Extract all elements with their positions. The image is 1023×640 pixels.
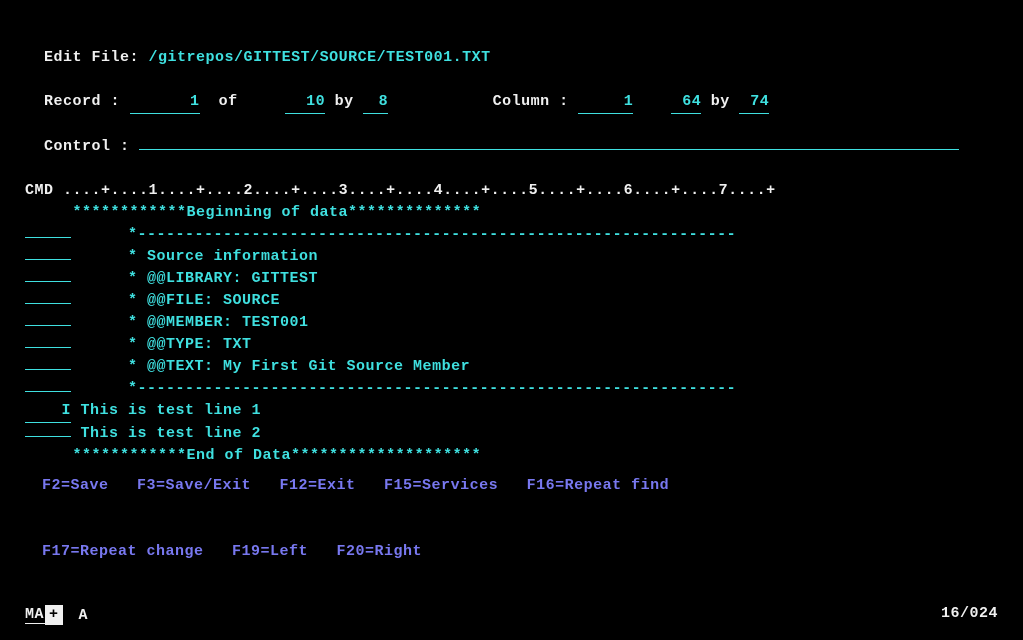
col-by-label: by — [711, 93, 730, 110]
prefix-field[interactable] — [25, 391, 71, 392]
prefix-field[interactable]: I — [25, 400, 71, 423]
header-record-row: Record : 1 of 10 by 8 Column : 1 64 by 7… — [25, 69, 998, 114]
fkey-line1[interactable]: F2=Save F3=Save/Exit F12=Exit F15=Servic… — [42, 475, 669, 497]
column-value[interactable]: 1 — [578, 91, 633, 114]
status-plus: + — [45, 605, 63, 625]
file-path: /gitrepos/GITTEST/SOURCE/TEST001.TXT — [149, 49, 491, 66]
prefix-field[interactable] — [25, 259, 71, 260]
prefix-field[interactable] — [25, 369, 71, 370]
prefix-field[interactable] — [25, 237, 71, 238]
data-row: * @@TEXT: My First Git Source Member — [25, 356, 998, 378]
by-value[interactable]: 8 — [363, 91, 388, 114]
line-text[interactable]: * @@FILE: SOURCE — [128, 292, 280, 309]
fkey-line2[interactable]: F17=Repeat change F19=Left F20=Right — [42, 541, 669, 563]
line-text[interactable]: *---------------------------------------… — [128, 226, 736, 243]
cmd-label: CMD — [25, 182, 54, 199]
by-label: by — [335, 93, 354, 110]
data-row: * @@FILE: SOURCE — [25, 290, 998, 312]
status-bar: MA+ A 16/024 — [25, 605, 998, 625]
control-label: Control : — [44, 138, 130, 155]
status-a: A — [79, 607, 89, 624]
prefix-field[interactable] — [25, 303, 71, 304]
header-control-row: Control : — [25, 114, 998, 158]
line-text[interactable]: This is test line 1 — [81, 402, 262, 419]
cursor-position: 16/024 — [941, 605, 998, 625]
header-title-row: Edit File: /gitrepos/GITTEST/SOURCE/TEST… — [25, 25, 998, 69]
prefix-field[interactable] — [25, 347, 71, 348]
line-text[interactable]: * @@TYPE: TXT — [128, 336, 252, 353]
record-value[interactable]: 1 — [130, 91, 200, 114]
column-from: 64 — [671, 91, 701, 114]
data-row: * @@MEMBER: TEST001 — [25, 312, 998, 334]
line-text[interactable]: * Source information — [128, 248, 318, 265]
beginning-marker-row: ************Beginning of data***********… — [25, 202, 998, 224]
ruler-row: CMD ....+....1....+....2....+....3....+.… — [25, 180, 998, 202]
of-value: 10 — [285, 91, 325, 114]
ruler-text: ....+....1....+....2....+....3....+....4… — [63, 182, 776, 199]
data-row: I This is test line 1 — [25, 400, 998, 423]
of-label: of — [219, 93, 238, 110]
record-label: Record : — [44, 93, 120, 110]
column-to[interactable]: 74 — [739, 91, 769, 114]
function-keys: F2=Save F3=Save/Exit F12=Exit F15=Servic… — [42, 431, 669, 585]
control-input[interactable] — [139, 149, 959, 150]
line-text[interactable]: * @@LIBRARY: GITTEST — [128, 270, 318, 287]
line-text[interactable]: * @@TEXT: My First Git Source Member — [128, 358, 470, 375]
line-text[interactable]: * @@MEMBER: TEST001 — [128, 314, 309, 331]
edit-file-label: Edit File: — [44, 49, 139, 66]
data-row: * @@LIBRARY: GITTEST — [25, 268, 998, 290]
data-row: *---------------------------------------… — [25, 224, 998, 246]
data-row: * @@TYPE: TXT — [25, 334, 998, 356]
beginning-marker: ************Beginning of data***********… — [73, 204, 482, 221]
prefix-field[interactable] — [25, 281, 71, 282]
line-text[interactable]: *---------------------------------------… — [128, 380, 736, 397]
status-ma: MA — [25, 606, 45, 624]
data-row: * Source information — [25, 246, 998, 268]
data-row: *---------------------------------------… — [25, 378, 998, 400]
column-label: Column : — [493, 93, 569, 110]
prefix-field[interactable] — [25, 325, 71, 326]
